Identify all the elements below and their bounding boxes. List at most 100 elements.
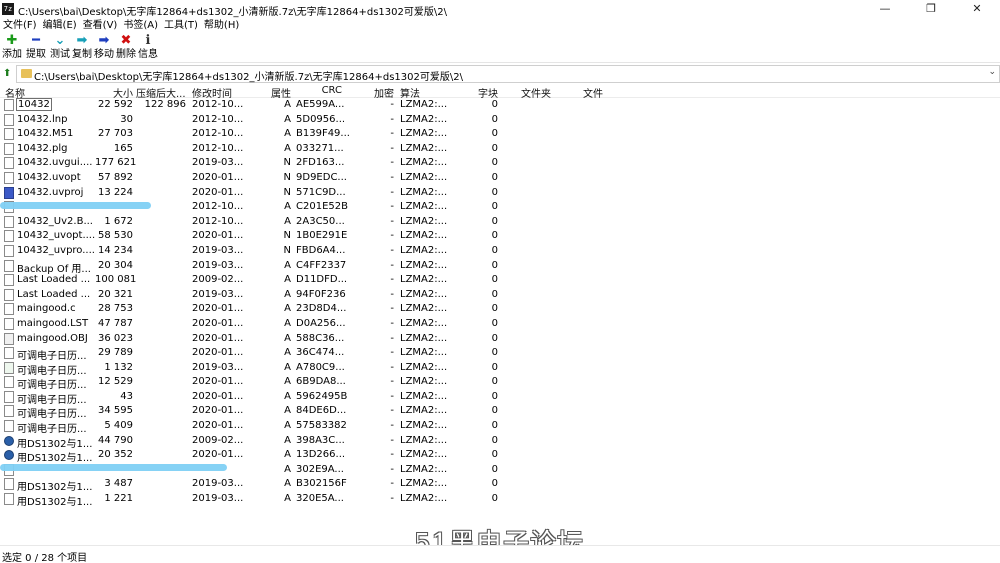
chevron-down-icon[interactable]: ⌄ [988, 67, 996, 77]
file-row[interactable]: maingood.c 28 753 2020-01... A 23D8D4... - LZM… [0, 302, 1000, 317]
up-folder-icon[interactable]: ⬆ [3, 68, 11, 79]
menu-item-0[interactable]: 文件(F) [0, 18, 40, 33]
cell-method: LZMA2:... [400, 405, 448, 417]
toolbar-label: 添加 [2, 49, 22, 60]
file-row[interactable]: maingood.OBJ 36 023 2020-01... A 588C36... - L… [0, 332, 1000, 347]
cell-enc: - [390, 493, 394, 505]
toolbar-button-5[interactable]: ✖ 删除 [114, 33, 138, 63]
cell-size: 58 530 [98, 230, 133, 242]
column-header-5[interactable]: CRC [296, 85, 342, 96]
file-row[interactable]: Last Loaded ... 100 081 2009-02... A D11DFD.… [0, 273, 1000, 288]
file-row[interactable]: 10432 22 592 122 896 2012-10... A AE599A... - L… [0, 98, 1000, 113]
file-row[interactable]: 可调电子日历... 12 529 2020-01... A 6B9DA8... - LZMA… [0, 375, 1000, 391]
toolbar-button-2[interactable]: ⌄ 测试 [48, 33, 72, 63]
file-row[interactable]: 10432_uvopt.... 58 530 2020-01... N 1B0E291E… [0, 229, 1000, 244]
cell-attr: A [284, 201, 291, 213]
file-row[interactable]: 10432.uvgui.... 177 621 2019-03... N 2FD163.… [0, 156, 1000, 171]
toolbar-label: 移动 [94, 49, 114, 60]
web-icon [4, 450, 14, 461]
file-row[interactable]: 可调电子日历... 34 595 2020-01... A 84DE6D... - LZMA… [0, 404, 1000, 420]
menu-item-4[interactable]: 工具(T) [161, 18, 201, 33]
file-row[interactable]: 可调电子日历... 5 409 2020-01... A 57583382- LZMA2:… [0, 419, 1000, 435]
cell-name: 10432.M51 [17, 128, 74, 140]
cell-block: 0 [491, 434, 498, 446]
cell-modified: 2009-02... [192, 274, 244, 286]
cell-crc: 320E5A... [296, 493, 344, 505]
cell-size: 1 221 [104, 493, 133, 505]
cell-crc: D0A256... [296, 317, 346, 329]
cell-block: 0 [491, 230, 498, 242]
file-row[interactable]: 用DS1302与1... 44 790 2009-02... A 398A3C... - L… [0, 434, 1000, 450]
toolbar-button-0[interactable]: ✚ 添加 [0, 33, 24, 63]
close-button[interactable]: ✕ [954, 0, 1000, 18]
cell-size: 28 753 [98, 303, 133, 315]
cell-block: 0 [491, 142, 498, 154]
file-row[interactable]: 用DS1302与1... 3 487 2019-03... A B302156F - LZM… [0, 477, 1000, 493]
cell-enc: - [390, 142, 394, 154]
menu-item-5[interactable]: 帮助(H) [201, 18, 242, 33]
file-row[interactable]: 10432.uvopt 57 892 2020-01... N 9D9EDC... - LZ… [0, 171, 1000, 186]
file-row[interactable]: 10432.lnp 30 2012-10... A 5D0956... - LZMA2:..… [0, 113, 1000, 128]
cell-crc: 2A3C50... [296, 215, 345, 227]
cell-crc: 84DE6D... [296, 405, 347, 417]
minimize-button[interactable]: — [862, 0, 908, 18]
column-header-row: 名称 大小 压缩后大... 修改时间 属性 CRC 加密 算法 字块 文件夹 文件 [0, 84, 1000, 100]
file-row[interactable]: 用DS1302与1... 20 352 2020-01... A 13D266... - L… [0, 448, 1000, 464]
toolbar-button-4[interactable]: ➡ 移动 [92, 33, 116, 63]
toolbar-button-3[interactable]: ➡ 复制 [70, 33, 94, 63]
cell-enc: - [390, 317, 394, 329]
file-icon [4, 478, 14, 491]
file-row[interactable]: 10432_uvpro.... 14 234 2019-03... N FBD6A4..… [0, 244, 1000, 259]
cell-method: LZMA2:... [400, 142, 448, 154]
toolbar-button-6[interactable]: ℹ 信息 [136, 33, 160, 63]
file-row[interactable]: maingood.LST 47 787 2020-01... A D0A256... - L… [0, 317, 1000, 332]
file-row[interactable]: 10432.uvproj 13 224 2020-01... N 571C9D... - L… [0, 186, 1000, 201]
cell-crc: C4FF2337 [296, 259, 347, 271]
menu-item-1[interactable]: 编辑(E) [40, 18, 80, 33]
cell-method: LZMA2:... [400, 317, 448, 329]
cell-modified: 2020-01... [192, 303, 244, 315]
path-input[interactable]: C:\Users\bai\Desktop\无字库12864+ds1302_小清新… [16, 65, 1000, 83]
address-bar: ⬆ C:\Users\bai\Desktop\无字库12864+ds1302_小… [0, 64, 1000, 84]
cell-modified: 2012-10... [192, 142, 244, 154]
file-row[interactable]: 10432_Uv2.B... 1 672 2012-10... A 2A3C50... -… [0, 215, 1000, 230]
file-icon [4, 493, 14, 506]
cell-modified: 2020-01... [192, 405, 244, 417]
cell-block: 0 [491, 303, 498, 315]
cell-block: 0 [491, 463, 498, 475]
file-row[interactable]: 可调电子日历... 29 789 2020-01... A 36C474... - LZMA… [0, 346, 1000, 362]
cell-method: LZMA2:... [400, 99, 448, 110]
toolbar-button-1[interactable]: ━ 提取 [24, 33, 48, 63]
test-icon: ⌄ [54, 33, 66, 48]
cell-modified: 2019-03... [192, 288, 244, 300]
cell-method: LZMA2:... [400, 434, 448, 446]
file-list[interactable]: 名称 大小 压缩后大... 修改时间 属性 CRC 加密 算法 字块 文件夹 文件 10432 22 … [0, 84, 1000, 545]
focused-name: 10432 [16, 98, 52, 111]
cell-crc: B302156F [296, 478, 347, 490]
file-row[interactable]: 10432.plg 165 2012-10... A 033271... - LZMA2:.… [0, 142, 1000, 157]
cell-size: 20 352 [98, 449, 133, 461]
cell-method: LZMA2:... [400, 493, 448, 505]
menu-item-3[interactable]: 书签(A) [120, 18, 161, 33]
file-row[interactable]: 可调电子日历... 43 2020-01... A 5962495B - LZMA2:...… [0, 390, 1000, 406]
file-row[interactable]: 可调电子日历... 1 132 2019-03... A A780C9... - LZMA2… [0, 361, 1000, 377]
cell-enc: - [390, 420, 394, 432]
cell-size: 29 789 [98, 347, 133, 359]
file-row[interactable]: Backup Of 用... 20 304 2019-03... A C4FF2337-… [0, 259, 1000, 275]
cell-block: 0 [491, 244, 498, 256]
cell-method: LZMA2:... [400, 113, 448, 125]
cell-method: LZMA2:... [400, 376, 448, 388]
file-row[interactable]: 用DS1302与1... 1 221 2019-03... A 320E5A... - LZ… [0, 492, 1000, 508]
cell-block: 0 [491, 332, 498, 344]
maximize-button[interactable]: ❐ [908, 0, 954, 18]
cell-size: 27 703 [98, 128, 133, 140]
menu-item-2[interactable]: 查看(V) [80, 18, 121, 33]
cell-method: LZMA2:... [400, 259, 448, 271]
cell-crc: 588C36... [296, 332, 345, 344]
cell-method: LZMA2:... [400, 478, 448, 490]
cell-size: 20 304 [98, 259, 133, 271]
cell-method: LZMA2:... [400, 230, 448, 242]
file-row[interactable]: 10432.M51 27 703 2012-10... A B139F49... - LZM… [0, 127, 1000, 142]
page-icon [4, 361, 14, 374]
file-row[interactable]: Last Loaded ... 20 321 2019-03... A 94F0F236… [0, 288, 1000, 303]
